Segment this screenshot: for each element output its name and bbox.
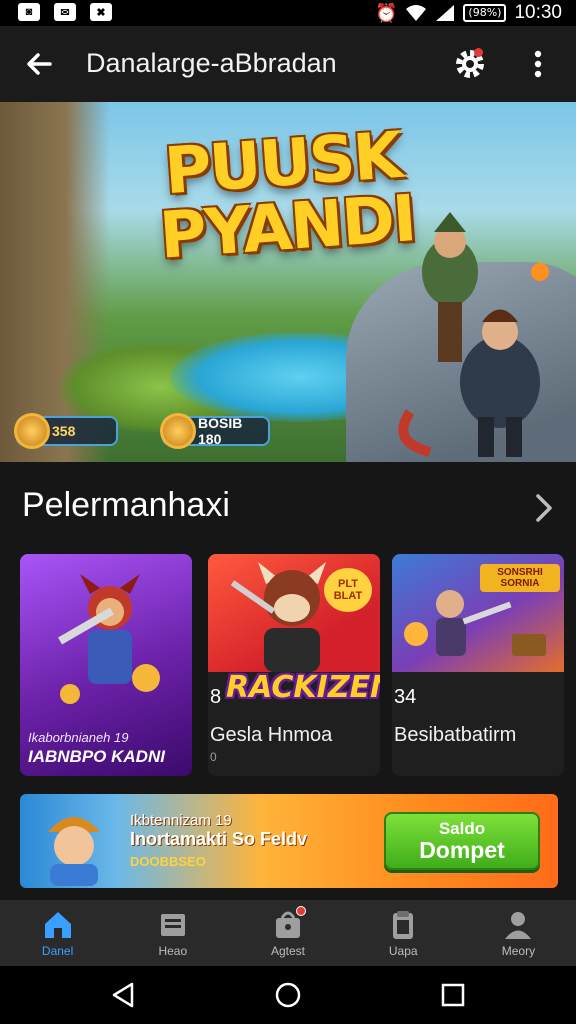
card-subtitle: Ikaborbnianeh 19 <box>28 730 129 745</box>
card-title: IABNBPO KADNI <box>28 747 165 766</box>
promo-code: DOOBBSEO <box>130 854 206 869</box>
nav-item-inbox[interactable]: Heao <box>115 900 230 966</box>
more-options-icon[interactable] <box>520 44 556 84</box>
card-caption: Ikaborbnianeh 19 IABNBPO KADNI <box>28 730 188 767</box>
card-title: Besibatbatirm <box>394 724 517 746</box>
card-badge: PLT BLAT <box>324 568 372 612</box>
back-triangle-icon[interactable] <box>108 980 138 1010</box>
nav-item-shop[interactable]: Agtest <box>230 900 345 966</box>
character-art <box>58 574 160 704</box>
card-banner: SONSRHI SORNIA <box>480 564 560 592</box>
wallet-balance-button[interactable]: Saldo Dompet <box>384 812 540 870</box>
nav-label: Meory <box>501 944 536 958</box>
gem-counter: BOSIB 180 <box>160 413 270 449</box>
recent-apps-icon[interactable] <box>438 980 468 1010</box>
card-rating: 8 <box>210 686 222 708</box>
nav-label: Danel <box>41 944 74 958</box>
wallet-button-label-bottom: Dompet <box>419 837 505 863</box>
notification-icon: ◙ <box>18 3 40 21</box>
home-icon <box>44 912 71 938</box>
nav-item-profile[interactable]: Meory <box>461 900 576 966</box>
game-logo: RACKIZEN <box>226 670 380 705</box>
bottom-navigation: Danel Heao Agtest Uapa Meory <box>0 900 576 966</box>
game-card[interactable]: PLT BLAT RACKIZEN 8 Gesla Hnmoa 0 <box>208 554 380 776</box>
game-title-line2: PYANDI <box>157 182 418 274</box>
nav-item-clipboard[interactable]: Uapa <box>346 900 461 966</box>
notification-icons: ◙ ✉ ✖ <box>18 3 112 21</box>
game-card[interactable]: SONSRHI SORNIA 34 Besibatbatirm <box>392 554 564 776</box>
settings-button[interactable] <box>450 44 490 84</box>
game-card[interactable]: Ikaborbnianeh 19 IABNBPO KADNI <box>20 554 192 776</box>
back-arrow-icon[interactable] <box>20 44 60 84</box>
notification-dot <box>474 48 483 57</box>
promo-subheading: Inortamakti So Feldv <box>130 829 308 849</box>
clipboard-icon <box>393 911 414 939</box>
home-circle-icon[interactable] <box>273 980 303 1010</box>
nav-label: Agtest <box>270 944 306 958</box>
coin-value: 358 <box>52 423 76 439</box>
promo-text: Ikbtennizam 19 Inortamakti So Feldv DOOB… <box>130 812 380 869</box>
battery-indicator: (98%) <box>463 4 507 22</box>
hero-banner[interactable]: PUUSK PYANDI 358 BOSIB 180 <box>0 102 576 462</box>
promo-banner[interactable]: Ikbtennizam 19 Inortamakti So Feldv DOOB… <box>20 794 558 888</box>
app-title: Danalarge-aBbradan <box>86 48 337 78</box>
alarm-icon: ⏰ <box>374 2 398 23</box>
coin-counter: 358 <box>14 413 118 449</box>
card-image: PLT BLAT <box>208 554 380 672</box>
nav-label: Heao <box>158 944 188 958</box>
game-title-logo: PUUSK PYANDI <box>146 119 424 274</box>
card-meta: 0 <box>210 750 217 764</box>
signal-icon <box>436 5 455 21</box>
wallet-button-label-top: Saldo <box>438 819 486 838</box>
person-icon <box>505 912 532 939</box>
section-title: Pelermanhaxi <box>22 486 230 524</box>
nav-label: Uapa <box>388 944 418 958</box>
chevron-right-icon[interactable] <box>528 488 560 528</box>
character-avatar-art <box>48 817 100 886</box>
system-status: ⏰ (98%) 10:30 <box>375 2 562 24</box>
nav-item-home[interactable]: Danel <box>0 900 115 966</box>
wifi-icon <box>406 5 427 21</box>
card-image: SONSRHI SORNIA <box>392 554 564 672</box>
card-title: Gesla Hnmoa <box>210 724 333 746</box>
coin-icon <box>14 413 50 449</box>
card-rating: 34 <box>394 686 417 708</box>
gem-icon <box>160 413 196 449</box>
status-bar: ◙ ✉ ✖ ⏰ (98%) 10:30 <box>0 0 576 26</box>
app-notification-icon: ✖ <box>90 3 112 21</box>
clock: 10:30 <box>514 2 562 23</box>
gem-value: BOSIB 180 <box>198 415 243 447</box>
gear-icon <box>456 50 484 78</box>
app-bar: Danalarge-aBbradan <box>0 26 576 102</box>
mail-notification-icon: ✉ <box>54 3 76 21</box>
promo-heading: Ikbtennizam 19 <box>130 812 232 829</box>
inbox-icon <box>160 914 185 936</box>
system-navigation-bar <box>0 966 576 1024</box>
